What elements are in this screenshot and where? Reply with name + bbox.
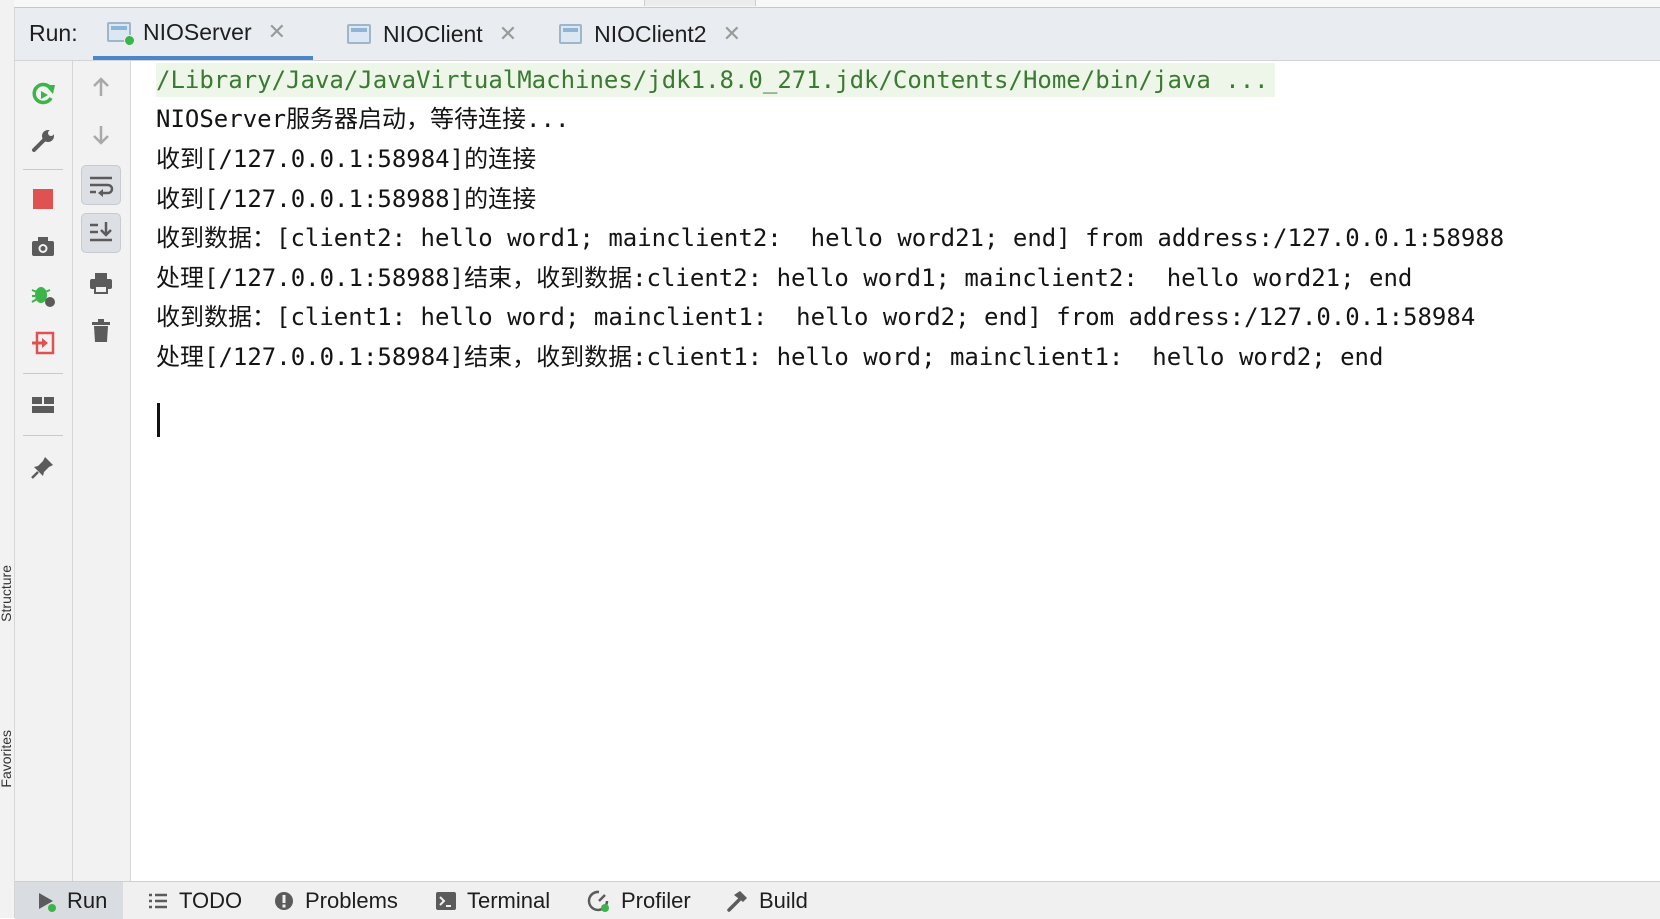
edit-configuration-button[interactable]: [23, 121, 63, 161]
arrow-down-icon: [93, 126, 109, 145]
list-icon: [149, 893, 167, 908]
tool-tab-profiler[interactable]: Profiler: [577, 882, 701, 919]
play-icon: [39, 892, 56, 912]
console-line: 处理[/127.0.0.1:58988]结束，收到数据:client2: hel…: [156, 264, 1413, 292]
layout-button[interactable]: [23, 385, 63, 425]
run-toolbar: [15, 61, 73, 881]
console-line: 收到[/127.0.0.1:58984]的连接: [156, 145, 537, 173]
run-tab-bar: Run: NIOServer ✕ NIOClient ✕ NIOClient2 …: [15, 8, 1660, 61]
scroll-down-button[interactable]: [81, 115, 121, 155]
tool-tab-label: Build: [759, 887, 808, 913]
tool-tab-problems[interactable]: Problems: [263, 882, 408, 919]
close-icon[interactable]: ✕: [723, 21, 741, 47]
console-line: 收到数据：[client1: hello word; mainclient1: …: [156, 303, 1476, 331]
rerun-icon: [32, 82, 55, 105]
console-line: NIOServer服务器启动，等待连接...: [156, 105, 570, 133]
tool-tab-label: Profiler: [621, 887, 691, 913]
thread-dump-button[interactable]: [23, 227, 63, 267]
soft-wrap-icon: [90, 176, 114, 197]
structure-tool-label[interactable]: Structure: [0, 565, 14, 622]
exit-button[interactable]: [23, 323, 63, 363]
tool-tab-label: Run: [67, 887, 108, 913]
layout-icon: [32, 397, 54, 413]
print-button[interactable]: [81, 263, 121, 303]
warning-icon: [275, 891, 293, 910]
tab-nioclient[interactable]: NIOClient ✕: [333, 8, 533, 60]
pin-tab-button[interactable]: [23, 447, 63, 487]
tool-tab-todo[interactable]: TODO: [137, 882, 252, 919]
tool-window-bar: Run TODO Problems Terminal Profiler Buil…: [15, 881, 1660, 919]
scroll-up-button[interactable]: [81, 67, 121, 107]
clear-all-button[interactable]: [81, 311, 121, 351]
running-indicator-icon: [124, 35, 135, 46]
tab-label: NIOClient: [383, 20, 483, 47]
tool-tab-label: TODO: [179, 887, 243, 913]
run-panel-title: Run:: [29, 20, 78, 46]
soft-wrap-button[interactable]: [81, 165, 121, 205]
console-line: 收到[/127.0.0.1:58988]的连接: [156, 185, 537, 213]
tab-nioclient2[interactable]: NIOClient2 ✕: [545, 8, 755, 60]
toolbar-divider: [23, 435, 63, 436]
tab-nioserver[interactable]: NIOServer ✕: [93, 8, 313, 60]
terminal-icon: [436, 891, 456, 910]
tab-label: NIOServer: [143, 18, 252, 45]
tool-tab-label: Problems: [305, 887, 398, 913]
console-line: 收到数据：[client2: hello word1; mainclient2:…: [156, 224, 1505, 252]
close-icon[interactable]: ✕: [499, 21, 517, 47]
toolbar-divider: [23, 373, 63, 374]
left-tool-strip: Structure Favorites: [0, 0, 15, 918]
favorites-tool-label[interactable]: Favorites: [0, 730, 14, 788]
trash-icon: [92, 319, 110, 342]
tab-label: NIOClient2: [594, 20, 707, 47]
scroll-to-end-button[interactable]: [81, 213, 121, 253]
stop-icon: [33, 189, 53, 209]
wrench-icon: [32, 130, 54, 152]
console-icon: [347, 24, 371, 44]
camera-icon: [32, 237, 54, 256]
editor-tab-remnant: [644, 0, 756, 6]
debug-restart-button[interactable]: [23, 275, 63, 315]
console-output[interactable]: /Library/Java/JavaVirtualMachines/jdk1.8…: [131, 61, 1660, 881]
console-icon: [107, 22, 135, 46]
printer-icon: [90, 273, 112, 294]
tool-tab-label: Terminal: [467, 887, 551, 913]
tool-tab-run[interactable]: Run: [15, 882, 123, 919]
tool-tab-terminal[interactable]: Terminal: [425, 882, 560, 919]
console-icon: [559, 24, 583, 44]
scroll-to-end-icon: [90, 222, 112, 242]
toolbar-divider: [23, 169, 63, 170]
profiler-icon: [587, 890, 609, 912]
console-line: 处理[/127.0.0.1:58984]结束，收到数据:client1: hel…: [156, 343, 1384, 371]
bug-icon: [31, 287, 55, 307]
editor-tab-strip: [14, 0, 1660, 8]
rerun-button[interactable]: [23, 73, 63, 113]
hammer-icon: [727, 890, 747, 912]
exit-icon: [32, 331, 55, 355]
arrow-up-icon: [93, 77, 109, 96]
stop-button[interactable]: [23, 179, 63, 219]
tool-tab-build[interactable]: Build: [715, 882, 818, 919]
close-icon[interactable]: ✕: [268, 19, 286, 45]
pin-icon: [31, 457, 53, 479]
console-toolbar: [73, 61, 131, 881]
text-caret: [157, 403, 160, 437]
console-command-line[interactable]: /Library/Java/JavaVirtualMachines/jdk1.8…: [156, 63, 1275, 97]
